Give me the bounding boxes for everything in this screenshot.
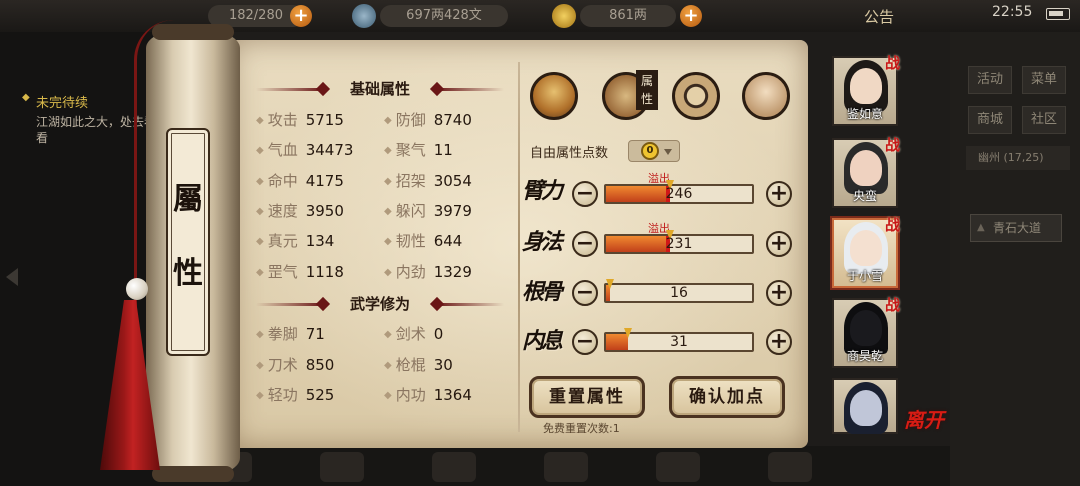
breath-value: 31 xyxy=(670,334,688,350)
stat-item: ◆ 命中 4175 xyxy=(256,172,344,190)
tab-char-1: 屬 xyxy=(173,182,203,217)
stat-item: ◆ 防御 8740 xyxy=(384,111,472,129)
constitution-bar[interactable]: 16 xyxy=(604,279,754,303)
party-member-portrait[interactable]: 战 央蛮 xyxy=(832,136,900,208)
stat-item: ◆ 罡气 1118 xyxy=(256,263,344,281)
attr-name-strength: 臂力 xyxy=(522,178,563,204)
stat-item: ◆ 攻击 5715 xyxy=(256,111,344,129)
attribute-tab-label: 屬 性 xyxy=(166,128,210,356)
jade-bead xyxy=(126,278,148,300)
party-member-name: 商昊乾 xyxy=(846,349,883,363)
strength-bar[interactable]: 246 xyxy=(604,180,754,204)
martial-title: 武学修为 xyxy=(349,295,410,313)
location-label: 幽州 (17,25) xyxy=(966,146,1070,170)
collapse-arrow-icon[interactable] xyxy=(6,268,18,286)
skill-item: ◆ 内功 1364 xyxy=(384,386,472,404)
increase-agility-button[interactable]: + xyxy=(766,231,792,257)
equipment-hat-icon[interactable] xyxy=(530,72,578,120)
increase-constitution-button[interactable]: + xyxy=(766,280,792,306)
attr-name-agility: 身法 xyxy=(522,229,563,255)
bottom-nav-item[interactable] xyxy=(544,452,588,482)
clock: 22:55 xyxy=(992,4,1033,20)
stat-item: ◆ 招架 3054 xyxy=(384,172,472,190)
stat-item: ◆ 内劲 1329 xyxy=(384,263,472,281)
bottom-nav-item[interactable] xyxy=(432,452,476,482)
decrease-breath-button[interactable]: − xyxy=(572,329,598,355)
stat-item: ◆ 韧性 644 xyxy=(384,232,463,250)
tab-char-2: 性 xyxy=(173,256,203,291)
party-member-portrait[interactable]: 战 鉴如意 xyxy=(832,54,900,126)
stat-item: ◆ 气血 34473 xyxy=(256,141,354,159)
basic-attributes-header: 基础属性 xyxy=(256,78,504,100)
party-member-name: 央蛮 xyxy=(852,189,877,203)
shop-button[interactable]: 商城 xyxy=(968,106,1012,134)
skill-item: ◆ 拳脚 71 xyxy=(256,325,325,343)
add-stamina-button[interactable]: + xyxy=(290,5,312,27)
confirm-points-button[interactable]: 确认加点 xyxy=(669,376,785,418)
basic-attributes-title: 基础属性 xyxy=(349,80,410,98)
battery-icon xyxy=(1046,8,1070,20)
party-member-name: 鉴如意 xyxy=(846,107,883,121)
bottom-nav-bar xyxy=(160,446,950,486)
breath-bar[interactable]: 31 xyxy=(604,328,754,352)
activity-button[interactable]: 活动 xyxy=(968,66,1012,94)
skill-item: ◆ 剑术 0 xyxy=(384,325,444,343)
decrease-agility-button[interactable]: − xyxy=(572,231,598,257)
leave-button[interactable]: 离开 xyxy=(904,404,944,433)
quest-title[interactable]: 未完待续 xyxy=(22,92,88,111)
party-member-portrait[interactable] xyxy=(832,378,898,434)
constitution-value: 16 xyxy=(670,285,688,301)
stat-item: ◆ 聚气 11 xyxy=(384,141,453,159)
increase-breath-button[interactable]: + xyxy=(766,329,792,355)
silver-ingot-icon xyxy=(552,4,576,28)
skill-item: ◆ 刀术 850 xyxy=(256,356,335,374)
right-menu-panel xyxy=(950,32,1080,486)
free-reset-hint: 免费重置次数:1 xyxy=(543,422,620,435)
agility-value: 231 xyxy=(665,236,693,252)
free-points-label: 自由属性点数 xyxy=(530,146,609,161)
meridian-body-icon[interactable] xyxy=(742,72,790,120)
reset-attributes-button[interactable]: 重置属性 xyxy=(529,376,645,418)
column-divider xyxy=(518,62,520,432)
attr-name-constitution: 根骨 xyxy=(522,279,563,305)
stat-item: ◆ 速度 3950 xyxy=(256,202,344,220)
bottom-nav-item[interactable] xyxy=(320,452,364,482)
stat-item: ◆ 躲闪 3979 xyxy=(384,202,472,220)
notice-button[interactable]: 公告 xyxy=(864,6,894,27)
coin-counter: 697两428文 xyxy=(380,5,508,27)
attribute-tab-tag[interactable]: 属性 xyxy=(636,70,658,110)
bottom-nav-item[interactable] xyxy=(768,452,812,482)
skill-item: ◆ 轻功 525 xyxy=(256,386,335,404)
battle-badge: 战 xyxy=(884,296,900,314)
increase-strength-button[interactable]: + xyxy=(766,181,792,207)
road-label[interactable]: 青石大道 xyxy=(970,214,1062,242)
community-button[interactable]: 社区 xyxy=(1022,106,1066,134)
battle-badge: 战 xyxy=(884,216,900,234)
agility-bar[interactable]: 231 xyxy=(604,230,754,254)
attr-name-breath: 内息 xyxy=(522,328,563,354)
silver-counter: 861两 xyxy=(580,5,676,27)
battle-badge: 战 xyxy=(884,54,900,72)
party-member-portrait[interactable]: 战 商昊乾 xyxy=(832,296,900,368)
bottom-nav-item[interactable] xyxy=(656,452,700,482)
coin-icon xyxy=(352,4,376,28)
martial-header: 武学修为 xyxy=(256,293,504,315)
skill-item: ◆ 枪棍 30 xyxy=(384,356,453,374)
add-silver-button[interactable]: + xyxy=(680,5,702,27)
party-member-portrait-selected[interactable]: 战 于小雪 xyxy=(832,216,900,288)
free-points-value: 0 xyxy=(641,142,659,160)
decrease-strength-button[interactable]: − xyxy=(572,181,598,207)
stat-item: ◆ 真元 134 xyxy=(256,232,335,250)
party-member-name: 于小雪 xyxy=(846,269,883,283)
battle-badge: 战 xyxy=(884,136,900,154)
bagua-icon[interactable] xyxy=(672,72,720,120)
menu-button[interactable]: 菜单 xyxy=(1022,66,1066,94)
decrease-constitution-button[interactable]: − xyxy=(572,280,598,306)
strength-value: 246 xyxy=(665,186,693,202)
